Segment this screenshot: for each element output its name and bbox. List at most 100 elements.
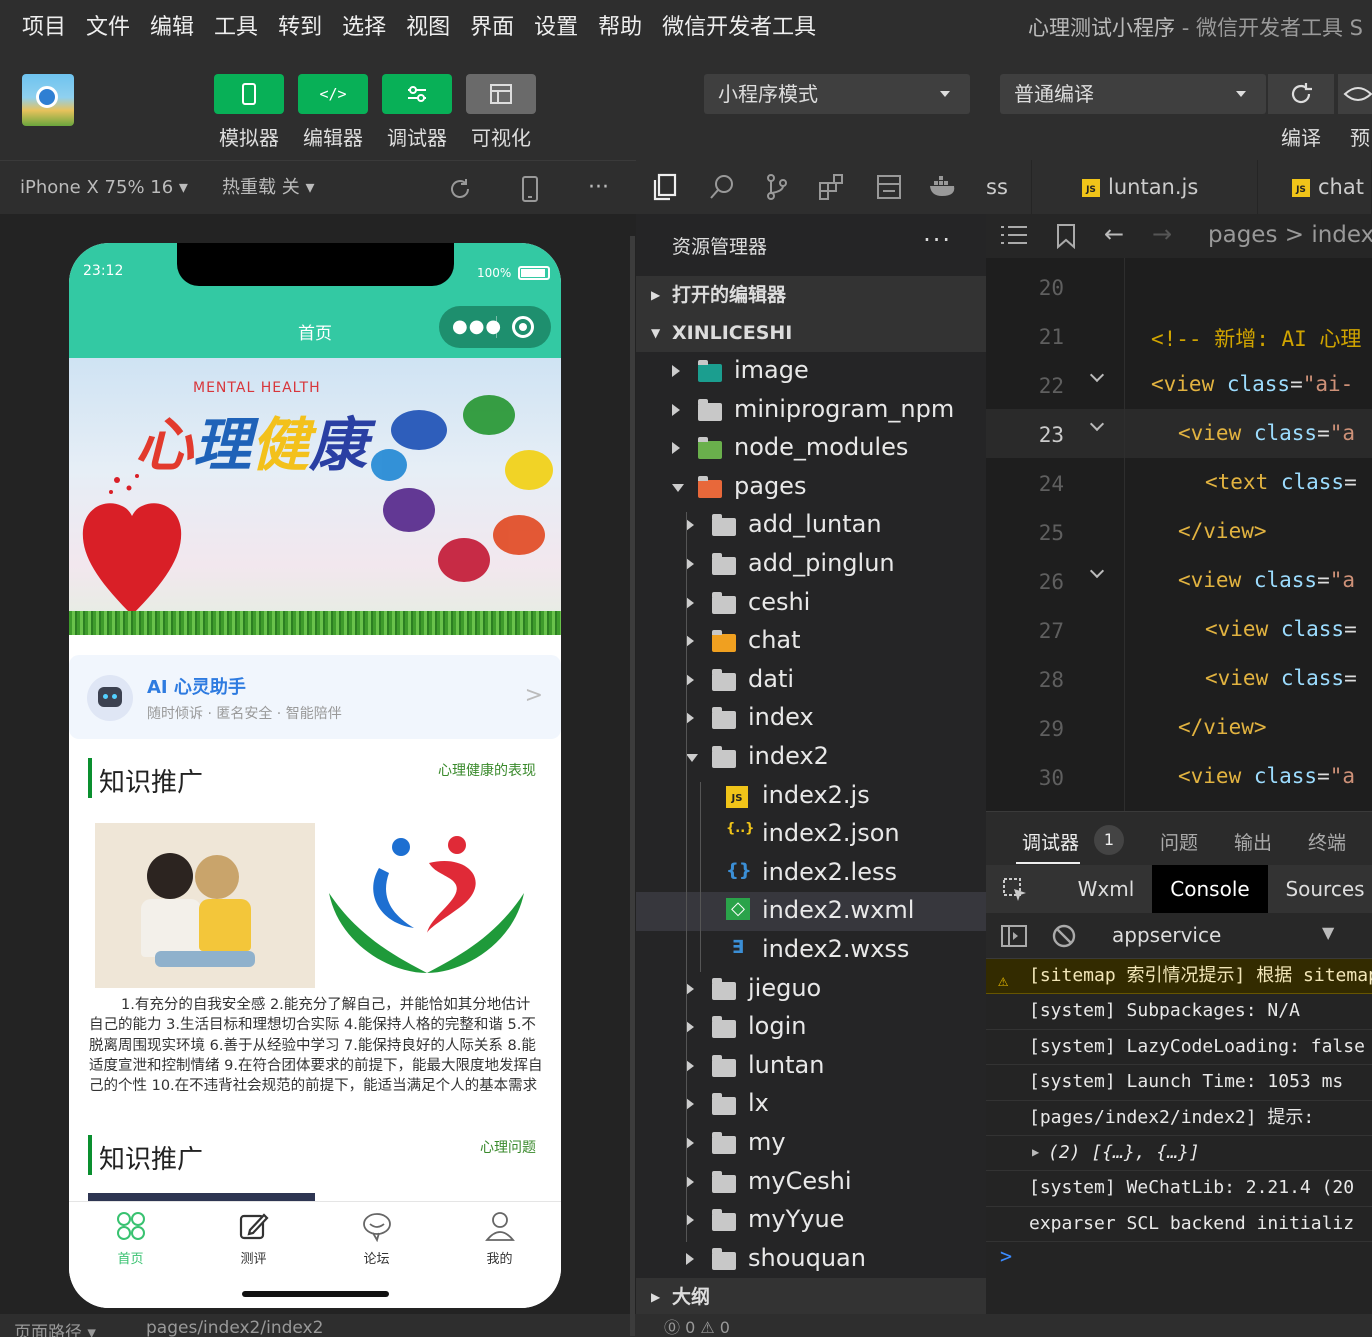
menu-item[interactable]: 项目 <box>0 0 76 56</box>
window-icon[interactable] <box>876 174 902 200</box>
menu-item[interactable]: 微信开发者工具 <box>652 0 826 56</box>
code-line[interactable]: 20 <box>986 262 1372 311</box>
preview-button[interactable] <box>1338 74 1372 114</box>
folder-item[interactable]: luntan <box>636 1047 986 1086</box>
folder-item[interactable]: index <box>636 699 986 738</box>
tab-problems[interactable]: 问题 <box>1160 828 1198 855</box>
tab-forum[interactable]: 论坛 <box>315 1210 438 1267</box>
folder-item[interactable]: miniprogram_npm <box>636 391 986 430</box>
open-editors-section[interactable]: ▶ 打开的编辑器 <box>636 276 986 314</box>
editor-tab[interactable]: ss <box>986 160 1032 214</box>
code-line[interactable]: 24 <text class= <box>986 458 1372 507</box>
compile-mode-select[interactable]: 普通编译 <box>1000 74 1266 114</box>
fold-chevron-icon[interactable] <box>1089 563 1105 579</box>
console-message[interactable]: ▶ (2) [{…}, {…}] <box>986 1136 1372 1172</box>
file-item[interactable]: ∃ index2.wxss <box>636 931 986 970</box>
mode-select[interactable]: 小程序模式 <box>704 74 970 114</box>
more-icon[interactable]: ··· <box>588 161 609 215</box>
code-line[interactable]: 23 <view class="a <box>986 409 1372 458</box>
file-item[interactable]: ◇ index2.wxml <box>636 892 986 931</box>
folder-item[interactable]: dati <box>636 661 986 700</box>
editor-tab[interactable]: JS chat <box>1292 160 1372 214</box>
folder-item[interactable]: ceshi <box>636 584 986 623</box>
code-line[interactable]: 25 </view> <box>986 507 1372 556</box>
menu-item[interactable]: 界面 <box>460 0 524 56</box>
clear-console-icon[interactable] <box>1052 924 1076 948</box>
more-dots-icon[interactable]: ●●● <box>452 318 502 336</box>
menu-item[interactable]: 工具 <box>204 0 268 56</box>
folder-item[interactable]: chat <box>636 622 986 661</box>
menu-item[interactable]: 转到 <box>268 0 332 56</box>
expand-triangle-icon[interactable]: ▶ <box>1032 1136 1039 1169</box>
code-line[interactable]: 21 <!-- 新增: AI 心理 <box>986 311 1372 360</box>
tab-mine[interactable]: 我的 <box>438 1210 561 1267</box>
forward-arrow-icon[interactable]: → <box>1152 220 1172 248</box>
code-line[interactable]: 28 <view class= <box>986 654 1372 703</box>
tab-console[interactable]: Console <box>1152 865 1268 913</box>
docker-icon[interactable] <box>928 176 958 198</box>
folder-item[interactable]: add_luntan <box>636 506 986 545</box>
panel-divider[interactable] <box>630 236 635 1336</box>
tab-debugger[interactable]: 调试器 <box>1022 828 1079 855</box>
back-arrow-icon[interactable]: ← <box>1104 220 1124 248</box>
editor-toggle-button[interactable]: </> <box>298 74 368 114</box>
close-circle-icon[interactable] <box>512 316 534 338</box>
tab-terminal[interactable]: 终端 <box>1308 828 1346 855</box>
folder-item[interactable]: lx <box>636 1085 986 1124</box>
editor-tab[interactable]: JS luntan.js <box>1082 160 1258 214</box>
children-illustration[interactable] <box>95 823 315 988</box>
project-section[interactable]: ▼ XINLICESHI <box>636 314 986 352</box>
device-icon[interactable] <box>520 176 540 202</box>
tab-output[interactable]: 输出 <box>1234 828 1272 855</box>
file-item[interactable]: {} index2.less <box>636 854 986 893</box>
search-icon[interactable] <box>708 173 736 201</box>
outline-section[interactable]: ▶ 大纲 <box>636 1278 986 1316</box>
fold-chevron-icon[interactable] <box>1089 416 1105 432</box>
banner-image[interactable]: MENTAL HEALTH 心理健康 <box>69 358 561 635</box>
menu-item[interactable]: 选择 <box>332 0 396 56</box>
code-line[interactable]: 30 <view class="a <box>986 752 1372 801</box>
sidebar-toggle-icon[interactable] <box>1000 924 1028 948</box>
fold-chevron-icon[interactable] <box>1089 367 1105 383</box>
folder-item[interactable]: login <box>636 1008 986 1047</box>
tab-evaluate[interactable]: 测评 <box>192 1210 315 1267</box>
simulator-toggle-button[interactable] <box>214 74 284 114</box>
menu-item[interactable]: 文件 <box>76 0 140 56</box>
files-icon[interactable] <box>652 173 678 201</box>
code-line[interactable]: 29 </view> <box>986 703 1372 752</box>
folder-item[interactable]: shouquan <box>636 1240 986 1279</box>
menu-item[interactable]: 设置 <box>524 0 588 56</box>
folder-item[interactable]: my <box>636 1124 986 1163</box>
source-control-icon[interactable] <box>764 173 790 201</box>
folder-item[interactable]: node_modules <box>636 429 986 468</box>
visual-toggle-button[interactable] <box>466 74 536 114</box>
debugger-toggle-button[interactable] <box>382 74 452 114</box>
hot-reload-select[interactable]: 热重载 关 ▾ <box>222 161 315 215</box>
breadcrumb[interactable]: pages > index2 <box>1208 222 1372 248</box>
menu-item[interactable]: 帮助 <box>588 0 652 56</box>
folder-item[interactable]: image <box>636 352 986 391</box>
tab-wxml[interactable]: Wxml <box>1064 865 1148 913</box>
code-editor[interactable]: 20 21 <!-- 新增: AI 心理 22 <view class="ai- 23 <v… <box>986 258 1372 811</box>
rotate-icon[interactable] <box>448 177 472 201</box>
tab-sources[interactable]: Sources <box>1272 865 1372 913</box>
bookmark-icon[interactable] <box>1056 223 1076 249</box>
tab-home[interactable]: 首页 <box>69 1210 192 1267</box>
code-line[interactable]: 22 <view class="ai- <box>986 360 1372 409</box>
folder-item[interactable]: index2 <box>636 738 986 777</box>
code-line[interactable]: 27 <view class= <box>986 605 1372 654</box>
list-icon[interactable] <box>1000 224 1028 246</box>
inspect-icon[interactable] <box>1002 877 1028 903</box>
file-item[interactable]: {..} index2.json <box>636 815 986 854</box>
capsule-menu[interactable]: ●●● <box>439 306 551 348</box>
section-link[interactable]: 心理健康的表现 <box>438 760 536 780</box>
extensions-icon[interactable] <box>818 173 846 201</box>
folder-item[interactable]: add_pinglun <box>636 545 986 584</box>
chevron-down-icon[interactable]: ▼ <box>1322 923 1334 942</box>
folder-item[interactable]: pages <box>636 468 986 507</box>
compile-button[interactable] <box>1268 74 1334 114</box>
folder-item[interactable]: jieguo <box>636 970 986 1009</box>
folder-item[interactable]: myYyue <box>636 1201 986 1240</box>
context-select[interactable]: appservice <box>1112 923 1221 947</box>
page-path-label[interactable]: 页面路径 ▾ <box>14 1318 96 1337</box>
